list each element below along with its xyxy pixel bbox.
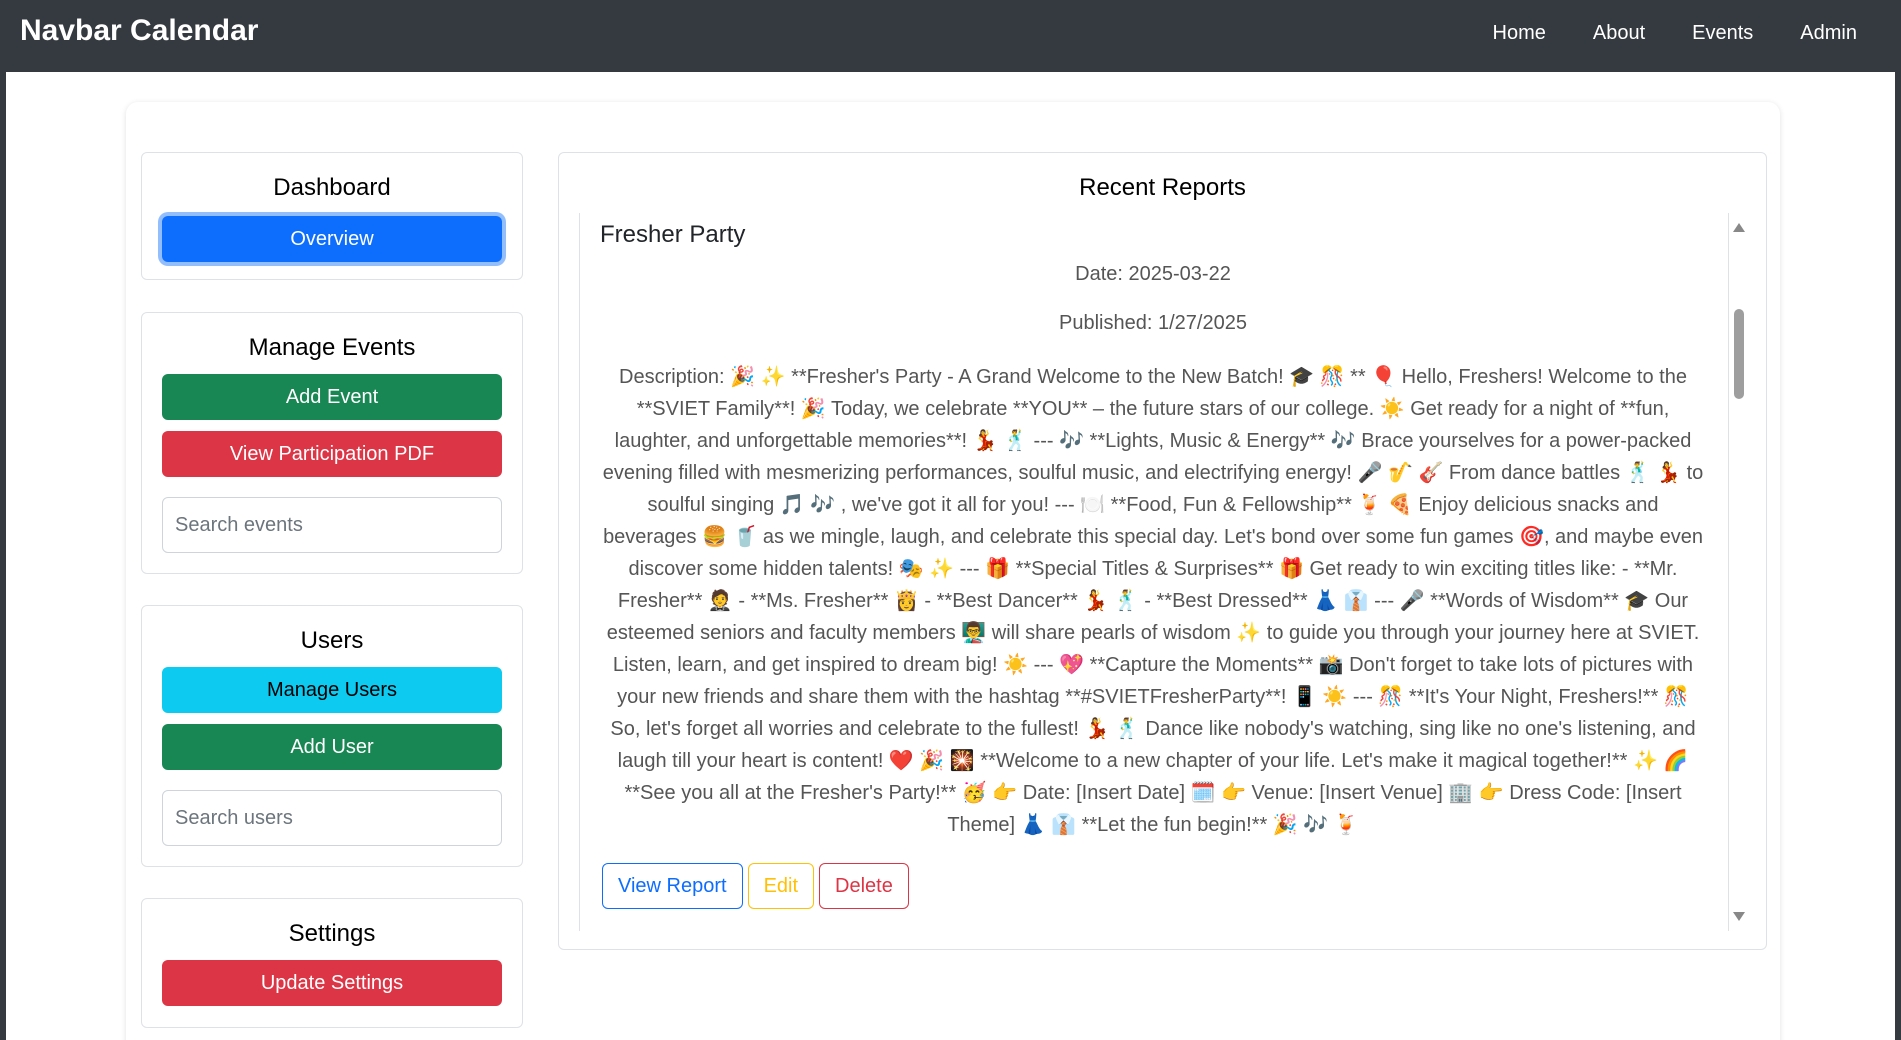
reports-scroll-area[interactable]: Fresher Party Date: 2025-03-22 Published…	[579, 213, 1748, 931]
view-report-button[interactable]: View Report	[602, 863, 743, 909]
report-published: Published: 1/27/2025	[1059, 312, 1247, 334]
dashboard-panel: Dashboard Overview	[141, 152, 523, 280]
add-event-button[interactable]: Add Event	[162, 374, 502, 420]
edit-report-button[interactable]: Edit	[747, 863, 815, 909]
search-events-input[interactable]	[162, 497, 502, 553]
reports-scrollbar[interactable]	[1728, 213, 1748, 931]
nav-link-admin[interactable]: Admin	[1800, 22, 1857, 45]
manage-events-panel: Manage Events Add Event View Participati…	[141, 312, 523, 574]
report-card: Fresher Party Date: 2025-03-22 Published…	[600, 221, 1706, 909]
report-actions: View Report Edit Delete	[602, 863, 1706, 909]
settings-title: Settings	[288, 920, 376, 947]
nav-link-events[interactable]: Events	[1692, 22, 1753, 45]
manage-users-button[interactable]: Manage Users	[162, 667, 502, 713]
search-users-input[interactable]	[162, 790, 502, 846]
report-description: Description: 🎉 ✨ **Fresher's Party - A G…	[602, 366, 1704, 836]
nav-link-about[interactable]: About	[1593, 22, 1645, 45]
update-settings-button[interactable]: Update Settings	[162, 960, 502, 1006]
dashboard-title: Dashboard	[273, 174, 391, 201]
scrollbar-thumb[interactable]	[1734, 309, 1744, 399]
recent-reports-title: Recent Reports	[1079, 174, 1246, 201]
navbar-brand[interactable]: Navbar Calendar	[20, 14, 258, 48]
admin-container: Dashboard Overview Manage Events Add Eve…	[126, 102, 1780, 1040]
overview-button[interactable]: Overview	[162, 216, 502, 262]
nav-link-home[interactable]: Home	[1493, 22, 1546, 45]
report-date: Date: 2025-03-22	[1075, 263, 1231, 285]
settings-panel: Settings Update Settings	[141, 898, 523, 1028]
nav-links: Home About Events Admin	[1493, 22, 1857, 45]
view-participation-pdf-button[interactable]: View Participation PDF	[162, 431, 502, 477]
add-user-button[interactable]: Add User	[162, 724, 502, 770]
scroll-up-icon[interactable]	[1733, 223, 1745, 232]
recent-reports-panel: Recent Reports Fresher Party Date: 2025-…	[558, 152, 1767, 950]
scroll-down-icon[interactable]	[1733, 912, 1745, 921]
report-title: Fresher Party	[600, 221, 746, 248]
delete-report-button[interactable]: Delete	[819, 863, 909, 909]
navbar: Navbar Calendar Home About Events Admin	[0, 0, 1901, 72]
page-body: Dashboard Overview Manage Events Add Eve…	[6, 72, 1895, 1040]
users-panel: Users Manage Users Add User	[141, 605, 523, 867]
manage-events-title: Manage Events	[248, 334, 416, 361]
users-title: Users	[300, 627, 364, 654]
